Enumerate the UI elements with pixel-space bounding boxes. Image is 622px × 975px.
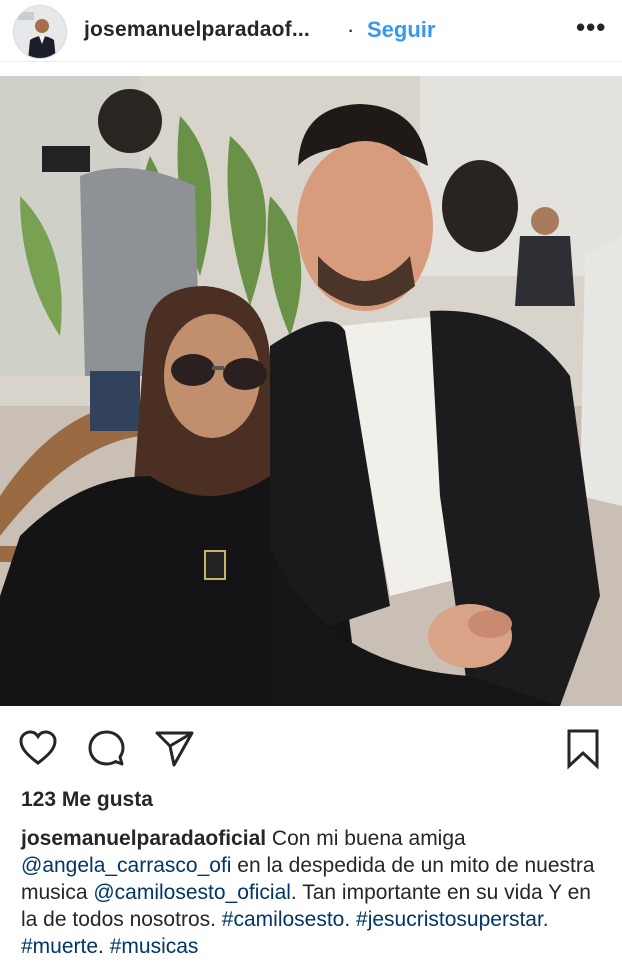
caption-text: Con mi buena amiga	[266, 827, 466, 850]
post-header: josemanuelparadaof... · Seguir •••	[0, 0, 622, 62]
more-options-icon[interactable]: •••	[576, 12, 606, 43]
caption-mention[interactable]: @angela_carrasco_ofi	[21, 854, 231, 877]
paper-plane-icon[interactable]	[152, 726, 196, 770]
caption-hashtag[interactable]: #jesucristosuperstar	[356, 908, 543, 931]
caption-hashtag[interactable]: #musicas	[110, 935, 199, 958]
header-separator: ·	[347, 17, 355, 42]
caption-author[interactable]: josemanuelparadaoficial	[21, 827, 266, 850]
post-photo[interactable]	[0, 76, 622, 706]
post-author-username[interactable]: josemanuelparadaof...	[84, 18, 310, 42]
caption-mention[interactable]: @camilosesto_oficial	[93, 881, 291, 904]
bookmark-icon[interactable]	[561, 726, 605, 770]
caption-hashtag[interactable]: #muerte	[21, 935, 98, 958]
caption-text: .	[344, 908, 357, 931]
caption-text: .	[98, 935, 110, 958]
post-actions-bar	[0, 720, 622, 776]
avatar[interactable]	[13, 5, 67, 59]
caption-hashtag[interactable]: #camilosesto	[222, 908, 345, 931]
comment-bubble-icon[interactable]	[84, 726, 128, 770]
follow-button[interactable]: Seguir	[367, 17, 435, 43]
post-caption: josemanuelparadaoficial Con mi buena ami…	[21, 825, 606, 960]
likes-count[interactable]: 123 Me gusta	[21, 788, 153, 812]
caption-text: .	[542, 908, 549, 931]
heart-icon[interactable]	[16, 726, 60, 770]
avatar-image	[14, 6, 66, 58]
